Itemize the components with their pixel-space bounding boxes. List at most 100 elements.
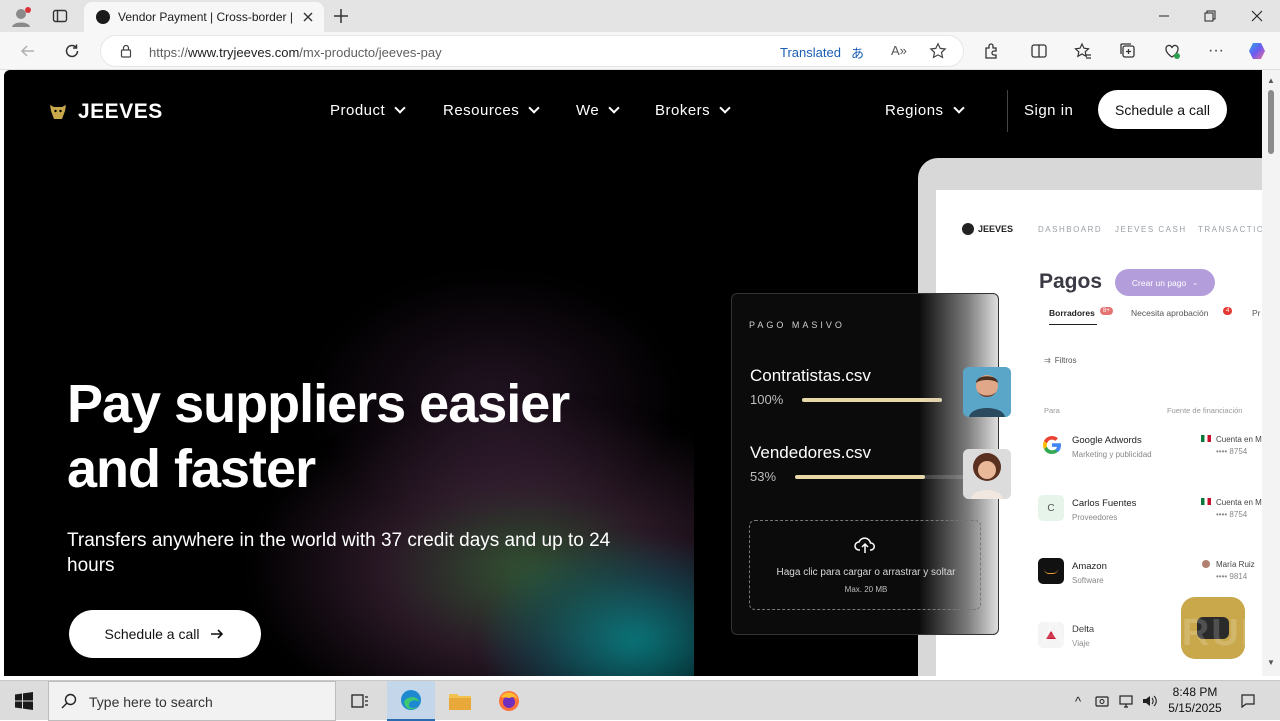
google-logo-icon [1040, 433, 1064, 457]
file-explorer-icon[interactable] [448, 690, 472, 712]
new-tab-icon[interactable] [332, 7, 350, 25]
notifications-icon[interactable] [1238, 691, 1258, 711]
close-tab-icon[interactable] [300, 9, 316, 25]
chevron-down-icon [394, 102, 406, 114]
anyrun-watermark: ANY ▷ RUN [1040, 612, 1262, 654]
split-screen-icon[interactable] [1025, 37, 1053, 65]
url-text: https://www.tryjeeves.com/mx-producto/je… [149, 45, 442, 60]
scrollbar-thumb[interactable] [1268, 90, 1274, 154]
read-aloud-icon[interactable]: A» [891, 43, 907, 58]
header-schedule-call-button[interactable]: Schedule a call [1098, 90, 1227, 129]
nav-resources[interactable]: Resources [443, 102, 540, 119]
nav-regions[interactable]: Regions [885, 102, 965, 119]
nav-resources-label: Resources [443, 102, 520, 119]
upload-dropzone: Haga clic para cargar o arrastrar y solt… [749, 520, 981, 610]
taskbar-search[interactable]: Type here to search [48, 681, 336, 721]
scroll-down-icon[interactable]: ▼ [1267, 658, 1275, 667]
taskbar-clock[interactable]: 8:48 PM 5/15/2025 [1164, 684, 1226, 716]
lock-icon[interactable] [119, 44, 133, 58]
tab-actions-icon[interactable] [52, 8, 68, 24]
file-vendedores-progress-fill [795, 475, 925, 479]
collections-icon[interactable] [1114, 37, 1142, 65]
taskbar-search-placeholder: Type here to search [89, 694, 213, 710]
file-contratistas-name: Contratistas.csv [750, 366, 871, 385]
cloud-upload-icon [854, 535, 876, 555]
chevron-down-icon [528, 102, 540, 114]
row-carlos-account: Cuenta en M [1216, 498, 1262, 507]
url-domain: www.tryjeeves.com [188, 45, 300, 60]
row-google-sub: Marketing y publicidad [1072, 450, 1152, 459]
tab-title: Vendor Payment | Cross-border | [118, 10, 293, 24]
row-amazon-sub: Software [1072, 576, 1104, 585]
volume-icon[interactable] [1140, 691, 1160, 711]
nav-we-label: We [576, 102, 600, 119]
row-google-name: Google Adwords [1072, 435, 1142, 446]
url-path: /mx-producto/jeeves-pay [299, 45, 442, 60]
mexico-flag-icon [1201, 435, 1211, 442]
mass-payment-label: PAGO MASIVO [749, 320, 845, 330]
dashboard-col-source: Fuente de financiación [1167, 406, 1243, 415]
amazon-smile-icon [1044, 569, 1058, 574]
translate-icon[interactable]: あ [851, 43, 864, 62]
hero-subtitle: Transfers anywhere in the world with 37 … [67, 530, 611, 576]
task-view-icon[interactable] [350, 691, 370, 711]
favorites-icon[interactable] [1069, 37, 1097, 65]
windows-start-icon[interactable] [15, 692, 33, 710]
show-hidden-icons-icon[interactable]: ^ [1068, 691, 1088, 711]
contractor-avatar [963, 367, 1011, 417]
row-amazon-name: Amazon [1072, 561, 1107, 572]
jeeves-logo[interactable]: JEEVES [48, 100, 163, 124]
search-icon [61, 693, 77, 709]
minimize-icon[interactable] [1141, 0, 1187, 32]
firefox-icon[interactable] [497, 689, 521, 713]
dashboard-create-button: Crear un pago ⌄ [1115, 269, 1215, 296]
row-google-mask: •••• 8754 [1216, 447, 1248, 456]
address-bar[interactable]: https://www.tryjeeves.com/mx-producto/je… [100, 35, 964, 67]
favorite-star-icon[interactable] [929, 42, 947, 60]
browser-title-bar: Vendor Payment | Cross-border | [0, 0, 1280, 32]
filter-icon: ⇉ [1044, 356, 1051, 365]
page-scrollbar[interactable]: ▲ ▼ [1262, 70, 1280, 676]
user-mini-avatar [1202, 560, 1210, 568]
restore-icon[interactable] [1187, 0, 1233, 32]
dashboard-filters: ⇉ Filtros [1044, 356, 1076, 365]
extensions-icon[interactable] [977, 37, 1005, 65]
nav-we[interactable]: We [576, 102, 620, 119]
scroll-up-icon[interactable]: ▲ [1267, 76, 1275, 85]
windows-taskbar: Type here to search ^ 8:48 PM 5/15/2025 [0, 680, 1280, 721]
translated-indicator[interactable]: Translated [780, 45, 841, 60]
header-schedule-call-label: Schedule a call [1115, 101, 1210, 118]
site-favicon-icon [96, 10, 110, 24]
browser-tab-active[interactable]: Vendor Payment | Cross-border | [84, 2, 324, 32]
dashboard-create-label: Crear un pago [1131, 277, 1187, 288]
nav-brokers-label: Brokers [655, 102, 711, 119]
chevron-down-icon [608, 102, 620, 114]
back-icon[interactable] [14, 37, 42, 65]
file-vendedores-percent: 53% [750, 469, 777, 484]
edge-taskbar-icon[interactable] [387, 681, 435, 721]
hero-title-line1: Pay suppliers easier [67, 374, 570, 434]
carlos-initial-avatar: C [1038, 495, 1064, 521]
chevron-down-icon [719, 102, 731, 114]
profile-icon[interactable] [10, 6, 32, 28]
close-window-icon[interactable] [1234, 0, 1280, 32]
arrow-right-icon [209, 626, 225, 642]
nav-product[interactable]: Product [330, 102, 406, 119]
upload-instructions: Haga clic para cargar o arrastrar y solt… [776, 567, 956, 578]
refresh-icon[interactable] [58, 37, 86, 65]
dashboard-subtab-approval: Necesita aprobación [1131, 308, 1209, 318]
hero-schedule-call-button[interactable]: Schedule a call [69, 610, 261, 658]
more-options-icon[interactable]: ··· [1202, 37, 1230, 65]
sign-in-link[interactable]: Sign in [1024, 102, 1073, 119]
browser-essentials-icon[interactable] [1158, 37, 1186, 65]
dashboard-tab-cash: JEEVES CASH [1115, 225, 1187, 234]
sign-in-label: Sign in [1024, 102, 1074, 119]
copilot-icon[interactable] [1244, 37, 1272, 65]
dashboard-drafts-badge: 8+ [1100, 307, 1113, 315]
nav-brokers[interactable]: Brokers [655, 102, 731, 119]
dashboard-title: Pagos [1039, 270, 1103, 293]
network-icon[interactable] [1116, 691, 1136, 711]
mexico-flag-icon [1201, 498, 1211, 505]
meet-now-icon[interactable] [1092, 691, 1112, 711]
amazon-logo-icon [1038, 558, 1064, 584]
